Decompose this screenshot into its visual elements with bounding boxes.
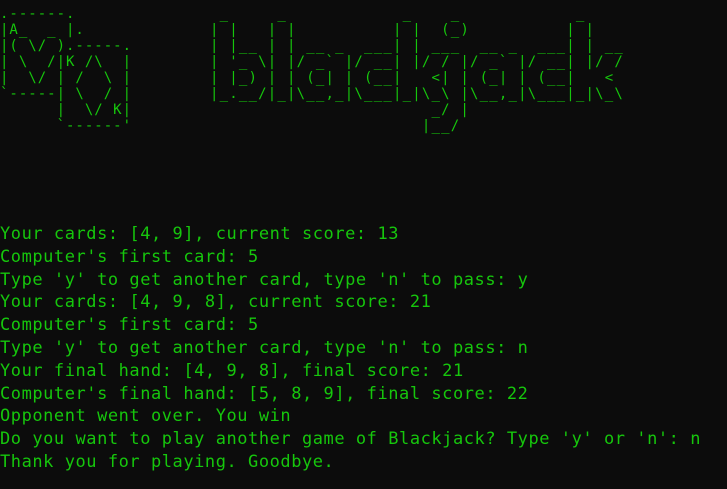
output-line: Thank you for playing. Goodbye. xyxy=(0,451,335,472)
output-line: Computer's first card: 5 xyxy=(0,315,259,336)
terminal-window[interactable]: .------. |A_ _ |. |( \/ ).-----. | \ /|K… xyxy=(0,0,727,489)
output-line: Type 'y' to get another card, type 'n' t… xyxy=(0,269,529,290)
output-line: Do you want to play another game of Blac… xyxy=(0,429,702,450)
ascii-banner: .------. |A_ _ |. |( \/ ).-----. | \ /|K… xyxy=(0,6,624,134)
output-line: Computer's final hand: [5, 8, 9], final … xyxy=(0,383,529,404)
output-line: Computer's first card: 5 xyxy=(0,246,259,267)
output-line: Your cards: [4, 9], current score: 13 xyxy=(0,224,400,244)
output-line: Your final hand: [4, 9, 8], final score:… xyxy=(0,360,464,381)
output-line: Opponent went over. You win xyxy=(0,406,292,427)
terminal-output: Your cards: [4, 9], current score: 13 Co… xyxy=(0,223,727,474)
ascii-blackjack-logo: _ _ _ _ _ | | | | | | (_) | | | |__ | | … xyxy=(210,6,625,134)
ascii-playing-cards: .------. |A_ _ |. |( \/ ).-----. | \ /|K… xyxy=(0,6,133,134)
output-line: Your cards: [4, 9, 8], current score: 21 xyxy=(0,292,432,313)
output-line: Type 'y' to get another card, type 'n' t… xyxy=(0,337,529,358)
